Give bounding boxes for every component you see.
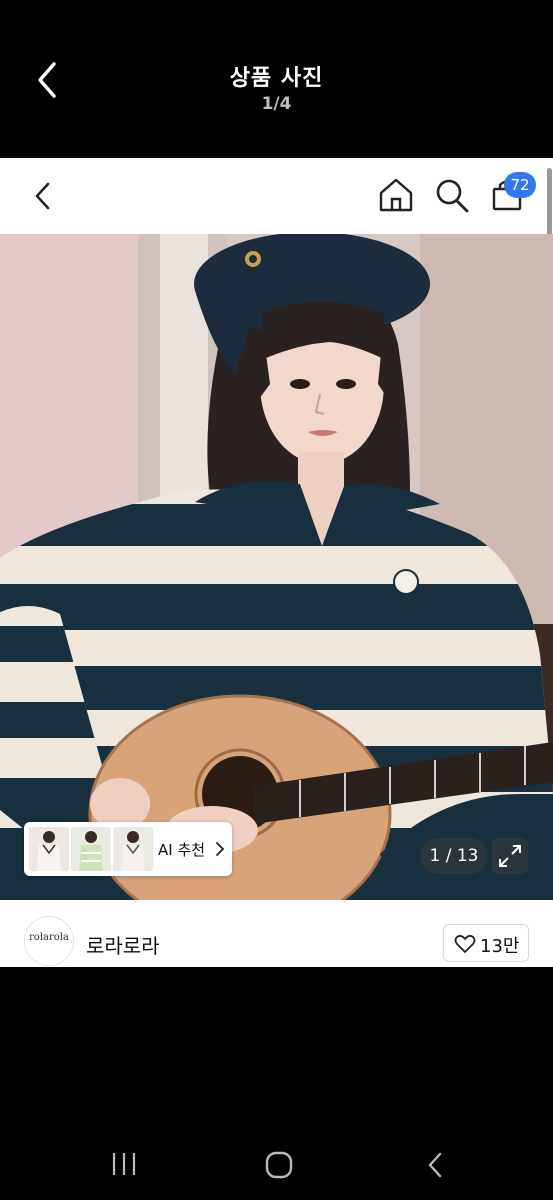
recommend-thumbnail: [71, 827, 111, 871]
expand-button[interactable]: [492, 838, 528, 874]
recommend-thumbnail: [113, 827, 153, 871]
like-count: 13만: [480, 936, 520, 957]
recent-apps-icon[interactable]: [108, 1150, 140, 1178]
recommend-thumbnail: [29, 827, 69, 871]
heart-icon: [454, 934, 476, 953]
product-photo[interactable]: [0, 234, 553, 900]
chevron-right-icon: [216, 842, 225, 856]
store-logo[interactable]: rolarola: [24, 916, 74, 966]
screenshot-image: 72 AI 추천 1 / 13 rolarola 로라로라 13만: [0, 158, 553, 967]
like-button[interactable]: 13만: [443, 924, 529, 962]
system-nav-bar: [0, 1120, 553, 1200]
product-photo-illustration: [0, 234, 553, 900]
store-name[interactable]: 로라로라: [86, 930, 160, 959]
viewer-title: 상품 사진: [229, 66, 324, 91]
app-top-bar: 72: [0, 158, 553, 254]
expand-icon: [499, 845, 521, 867]
photo-counter: 1 / 13: [420, 838, 488, 874]
search-icon[interactable]: [432, 174, 472, 216]
back-chevron-icon[interactable]: [424, 1150, 446, 1180]
home-circle-icon[interactable]: [264, 1150, 294, 1180]
store-logo-text: rolarola: [29, 932, 69, 943]
chevron-left-icon[interactable]: [28, 176, 62, 216]
viewer-image-counter: 1/4: [261, 94, 292, 114]
ai-recommend-chip[interactable]: AI 추천: [24, 822, 232, 876]
ai-recommend-label: AI 추천: [158, 841, 206, 859]
home-icon[interactable]: [376, 174, 416, 216]
viewer-header: 상품 사진 1/4: [0, 0, 553, 158]
cart-count-badge: 72: [504, 172, 536, 198]
store-row: rolarola 로라로라 13만: [0, 900, 553, 967]
